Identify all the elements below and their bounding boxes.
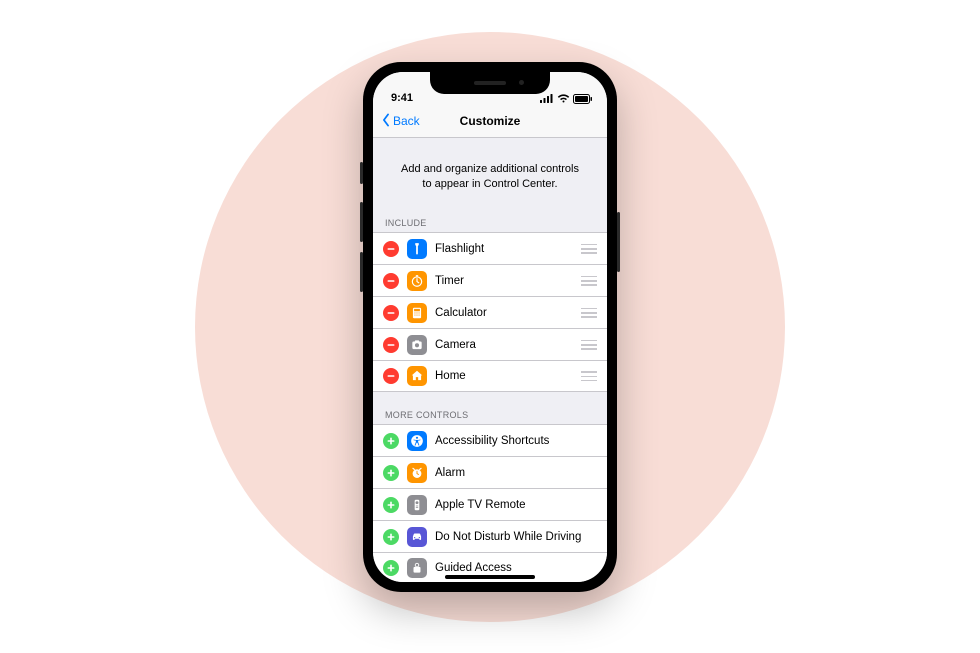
remove-button[interactable] [383,337,399,353]
control-label: Do Not Disturb While Driving [435,531,597,543]
phone-side-button [360,202,363,242]
notch [430,72,550,94]
drag-handle-icon[interactable] [581,244,597,254]
add-button[interactable] [383,560,399,576]
control-row: Do Not Disturb While Driving [373,520,607,552]
add-button[interactable] [383,465,399,481]
control-label: Timer [435,275,573,287]
accessibility-icon [407,431,427,451]
content-scroll[interactable]: Add and organize additional controls to … [373,138,607,582]
control-label: Alarm [435,467,597,479]
car-icon [407,527,427,547]
control-label: Apple TV Remote [435,499,597,511]
alarm-icon [407,463,427,483]
control-row: Flashlight [373,232,607,264]
control-row: Calculator [373,296,607,328]
home-indicator[interactable] [445,575,535,579]
drag-handle-icon[interactable] [581,340,597,350]
section-header-include: INCLUDE [373,214,607,232]
add-button[interactable] [383,529,399,545]
control-label: Guided Access [435,562,597,574]
drag-handle-icon[interactable] [581,308,597,318]
phone-frame: 9:41 Back Customize [363,62,617,592]
remove-button[interactable] [383,305,399,321]
description-text: Add and organize additional controls to … [373,138,607,215]
remove-button[interactable] [383,241,399,257]
control-label: Calculator [435,307,573,319]
drag-handle-icon[interactable] [581,371,597,381]
status-time: 9:41 [391,92,413,104]
control-label: Accessibility Shortcuts [435,435,597,447]
phone-side-button [617,212,620,272]
add-button[interactable] [383,497,399,513]
control-row: Home [373,360,607,392]
remove-button[interactable] [383,368,399,384]
remote-icon [407,495,427,515]
back-button[interactable]: Back [379,113,420,130]
nav-bar: Back Customize [373,106,607,138]
signal-icon [540,94,554,103]
control-row: Accessibility Shortcuts [373,424,607,456]
screen: 9:41 Back Customize [373,72,607,582]
timer-icon [407,271,427,291]
control-row: Apple TV Remote [373,488,607,520]
calculator-icon [407,303,427,323]
back-label: Back [393,114,420,128]
drag-handle-icon[interactable] [581,276,597,286]
home-icon [407,366,427,386]
camera-icon [407,335,427,355]
flashlight-icon [407,239,427,259]
lock-icon [407,558,427,578]
phone-side-button [360,252,363,292]
control-row: Timer [373,264,607,296]
add-button[interactable] [383,433,399,449]
chevron-left-icon [379,113,393,130]
control-label: Camera [435,339,573,351]
wifi-icon [557,94,570,103]
control-label: Flashlight [435,243,573,255]
control-row: Camera [373,328,607,360]
control-row: Alarm [373,456,607,488]
remove-button[interactable] [383,273,399,289]
phone-side-button [360,162,363,184]
battery-icon [573,94,593,104]
control-label: Home [435,370,573,382]
section-header-more: MORE CONTROLS [373,406,607,424]
